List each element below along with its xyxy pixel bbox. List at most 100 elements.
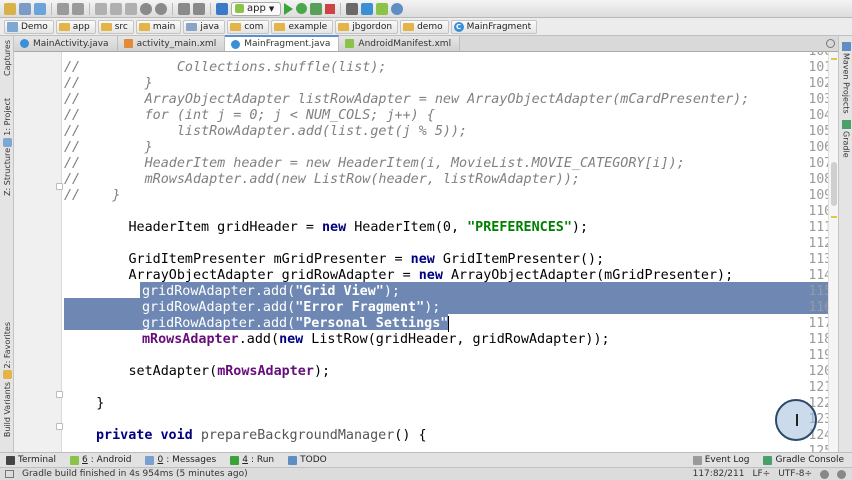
structure-tab[interactable]: Z: Structure: [1, 148, 13, 196]
comment-marker: //: [64, 108, 81, 123]
sdk-manager-icon[interactable]: [361, 2, 374, 15]
project-tab[interactable]: 1: Project: [1, 98, 13, 147]
breadcrumb-item-mainfragment[interactable]: C MainFragment: [450, 19, 538, 34]
redo-icon[interactable]: [72, 2, 84, 15]
caret-position[interactable]: 117:82/211: [693, 469, 745, 479]
warning-marker[interactable]: [831, 58, 837, 60]
tab-label: activity_main.xml: [136, 38, 217, 49]
tabs-settings-icon[interactable]: [826, 39, 835, 48]
sync-icon[interactable]: [34, 2, 46, 15]
code-text: listRowAdapter.add(list.get(j % 5));: [80, 124, 468, 139]
tab-activity-main-xml[interactable]: activity_main.xml: [117, 36, 226, 51]
tab-mainfragment[interactable]: MainFragment.java: [225, 35, 340, 51]
breadcrumb-item-src[interactable]: src: [97, 19, 134, 34]
breadcrumb-label: src: [114, 21, 128, 32]
save-all-icon[interactable]: [19, 2, 31, 15]
captures-tab[interactable]: Captures: [1, 40, 13, 76]
paste-icon[interactable]: [125, 2, 137, 15]
tool-label: : Messages: [166, 455, 217, 465]
breadcrumb-item-module[interactable]: app: [55, 19, 96, 34]
android-tool-button[interactable]: 6: Android: [64, 453, 139, 467]
code-line: // }: [64, 188, 120, 204]
breadcrumb-item-demo[interactable]: demo: [400, 19, 449, 34]
breadcrumb-label: jbgordon: [352, 21, 393, 32]
layout-xml-icon: [123, 39, 133, 48]
tab-androidmanifest[interactable]: AndroidManifest.xml: [339, 36, 461, 51]
back-icon[interactable]: [178, 2, 190, 15]
maven-projects-tab[interactable]: Maven Projects: [840, 42, 852, 114]
find-icon[interactable]: [140, 2, 152, 15]
fold-marker-icon[interactable]: [56, 423, 63, 430]
project-tool-icon: [2, 137, 12, 147]
breadcrumb-item-example[interactable]: example: [271, 19, 334, 34]
run-tool-button[interactable]: 4: Run: [224, 453, 282, 467]
breadcrumb-item-jbgordon[interactable]: jbgordon: [335, 19, 399, 34]
breadcrumb-item-java[interactable]: java: [183, 19, 226, 34]
copy-icon[interactable]: [110, 2, 122, 15]
string-literal: "Personal Settings": [295, 316, 449, 331]
source-folder-icon: [186, 22, 198, 31]
file-encoding[interactable]: UTF-8÷: [778, 469, 812, 479]
fold-marker-icon[interactable]: [56, 391, 63, 398]
left-tool-stripe: Captures 1: Project Z: Structure 2: Favo…: [0, 36, 14, 452]
debug-icon[interactable]: [296, 3, 308, 14]
lock-icon[interactable]: [820, 469, 829, 479]
stop-icon[interactable]: [325, 3, 336, 14]
make-project-icon[interactable]: [216, 2, 228, 15]
favorites-tab[interactable]: 2: Favorites: [1, 322, 13, 380]
breadcrumb-item-com[interactable]: com: [227, 19, 270, 34]
scrollbar-thumb[interactable]: [831, 162, 837, 206]
breadcrumb-item-main[interactable]: main: [135, 19, 182, 34]
method-name: prepareBackgroundManager: [200, 428, 395, 443]
star-icon: [2, 370, 12, 380]
package-icon: [338, 22, 350, 31]
comment-marker: //: [64, 140, 81, 155]
run-configuration-dropdown[interactable]: app ▼: [231, 1, 282, 16]
main-toolbar: app ▼: [0, 0, 852, 18]
gradle-tab[interactable]: Gradle: [840, 120, 852, 158]
run-icon[interactable]: [284, 2, 294, 15]
avd-manager-icon[interactable]: [346, 2, 359, 15]
comment-marker: //: [64, 188, 81, 203]
open-folder-icon[interactable]: [4, 2, 16, 15]
android-monitor-icon[interactable]: [376, 2, 389, 15]
tab-mainactivity[interactable]: MainActivity.java: [14, 36, 118, 51]
todo-tool-button[interactable]: TODO: [282, 453, 335, 467]
inspector-icon[interactable]: [837, 469, 846, 479]
undo-icon[interactable]: [57, 2, 69, 15]
breadcrumb-item-project[interactable]: Demo: [4, 19, 54, 34]
tab-label: AndroidManifest.xml: [358, 38, 452, 49]
status-bar: Gradle build finished in 4s 954ms (5 min…: [0, 467, 852, 480]
code-editor[interactable]: 100 101 102 103 104 105 106 107 108 109 …: [14, 52, 838, 452]
tool-label: Gradle Console: [775, 455, 844, 465]
editor-tabs: MainActivity.java activity_main.xml Main…: [14, 35, 838, 52]
cut-icon[interactable]: [95, 2, 107, 15]
code-text: HeaderItem header = new HeaderItem(i, Mo…: [80, 156, 685, 171]
breadcrumb-label: example: [288, 21, 328, 32]
error-stripe[interactable]: [828, 52, 838, 452]
code-text: }: [80, 140, 153, 155]
forward-icon[interactable]: [193, 2, 205, 15]
messages-tool-button[interactable]: 0: Messages: [139, 453, 224, 467]
code-text: ListRow(gridHeader, gridRowAdapter));: [303, 332, 610, 347]
build-variants-tab[interactable]: Build Variants: [1, 382, 13, 437]
breadcrumb-label: MainFragment: [466, 21, 532, 32]
string-literal: "Error Fragment": [295, 300, 425, 315]
attach-debugger-icon[interactable]: [310, 2, 323, 15]
code-line: // ArrayObjectAdapter listRowAdapter = n…: [64, 92, 749, 108]
warning-marker[interactable]: [831, 216, 837, 218]
replace-icon[interactable]: [155, 2, 167, 15]
code-text: for (int j = 0; j < NUM_COLS; j++) {: [80, 108, 435, 123]
status-message[interactable]: Gradle build finished in 4s 954ms (5 min…: [0, 469, 693, 479]
help-icon[interactable]: [391, 2, 404, 15]
code-line: // }: [64, 76, 153, 92]
status-toggle-icon[interactable]: [5, 470, 14, 478]
fold-marker-icon[interactable]: [56, 183, 63, 190]
line-separator[interactable]: LF÷: [752, 469, 770, 479]
gradle-console-tool-button[interactable]: Gradle Console: [757, 453, 852, 467]
gradle-console-icon: [763, 455, 773, 465]
string-literal: "Grid View": [295, 284, 384, 299]
event-log-tool-button[interactable]: Event Log: [687, 453, 758, 467]
terminal-tool-button[interactable]: Terminal: [0, 453, 64, 467]
keyword: private: [96, 428, 153, 443]
